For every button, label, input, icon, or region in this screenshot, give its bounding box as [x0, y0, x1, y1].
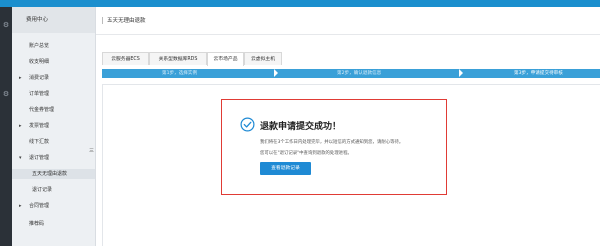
sidebar-item-invoices[interactable]: ▸ 发票管理: [12, 121, 95, 131]
chevron-right-icon: ▸: [19, 203, 22, 209]
sidebar: 费用中心 账户总览 收支明细 ▸ 消费记录 订单管理 代金券管理 ▸ 发票管理 线下…: [12, 7, 96, 246]
sidebar-item-account-overview[interactable]: 账户总览: [12, 41, 95, 51]
sidebar-item-label: 五天无理由退款: [32, 171, 68, 177]
sidebar-item-label: 消费记录: [29, 75, 50, 81]
tab-ecs[interactable]: 云服务器ECS: [102, 52, 149, 65]
sidebar-item-orders[interactable]: 订单管理: [12, 89, 95, 99]
check-circle-icon: [240, 117, 255, 132]
success-title: 退款申请提交成功！: [260, 122, 342, 132]
page-title: 五天无理由退款: [107, 18, 146, 24]
chevron-right-icon: ▸: [19, 123, 22, 129]
sidebar-item-label: 代金券管理: [29, 107, 55, 113]
highlight-box: [221, 99, 447, 195]
tab-rds[interactable]: 关系型数据库RDS: [149, 52, 207, 65]
sidebar-item-unsubscribe-records[interactable]: 退订记录: [12, 185, 95, 195]
sidebar-collapse-handle[interactable]: 三: [89, 147, 95, 157]
gear-icon[interactable]: ⚙: [2, 21, 10, 29]
chevron-down-icon: ▾: [19, 155, 22, 161]
sidebar-item-label: 合同管理: [29, 203, 50, 209]
sidebar-item-five-day-refund[interactable]: 五天无理由退款: [12, 169, 95, 179]
sidebar-item-consumption[interactable]: ▸ 消费记录: [12, 73, 95, 83]
sidebar-item-statement[interactable]: 收支明细: [12, 57, 95, 67]
success-hint: 您可以在"退订记录"中查询到退款的处理进程。: [260, 151, 352, 156]
sidebar-item-label: 退订记录: [32, 187, 53, 193]
breadcrumb: 五天无理由退款: [102, 16, 146, 24]
tab-marketplace[interactable]: 云市场产品: [207, 52, 244, 66]
view-refund-records-button[interactable]: 查看退款记录: [260, 162, 311, 175]
sidebar-item-unsubscribe[interactable]: ▾ 退订管理: [12, 153, 95, 163]
sidebar-item-label: 线下汇款: [29, 139, 50, 145]
icon-rail: ⚙ ⚙: [0, 7, 12, 246]
sidebar-item-offline-remit[interactable]: 线下汇款: [12, 137, 95, 147]
progress-steps: 第1步，选择实例 第2步，确认退款信息 第3步，申请提交待审核: [102, 69, 600, 78]
sidebar-item-label: 账户总览: [29, 43, 50, 49]
sidebar-item-label: 退订管理: [29, 155, 50, 161]
sidebar-item-label: 收支明细: [29, 59, 50, 65]
step-2: 第2步，确认退款信息: [337, 71, 382, 76]
sidebar-item-referral-code[interactable]: 推荐码: [12, 219, 95, 229]
step-arrow-icon: [274, 69, 278, 77]
sidebar-item-contracts[interactable]: ▸ 合同管理: [12, 201, 95, 211]
sidebar-item-vouchers[interactable]: 代金券管理: [12, 105, 95, 115]
divider: [96, 34, 600, 35]
breadcrumb-divider: [102, 17, 103, 24]
success-description: 我们将在3个工作日内处理完毕，并以短信的方式通知到您，请耐心等待。: [260, 140, 404, 145]
sidebar-item-label: 推荐码: [29, 221, 45, 227]
step-1: 第1步，选择实例: [162, 71, 198, 76]
sidebar-header: 费用中心: [12, 7, 95, 33]
top-bar: [0, 0, 600, 7]
chevron-right-icon: ▸: [19, 75, 22, 81]
step-3: 第3步，申请提交待审核: [514, 71, 563, 76]
step-arrow-icon: [459, 69, 463, 77]
gear-icon[interactable]: ⚙: [2, 90, 10, 98]
tab-virtual-host[interactable]: 云虚拟主机: [244, 52, 282, 65]
sidebar-item-label: 订单管理: [29, 91, 50, 97]
sidebar-item-label: 发票管理: [29, 123, 50, 129]
